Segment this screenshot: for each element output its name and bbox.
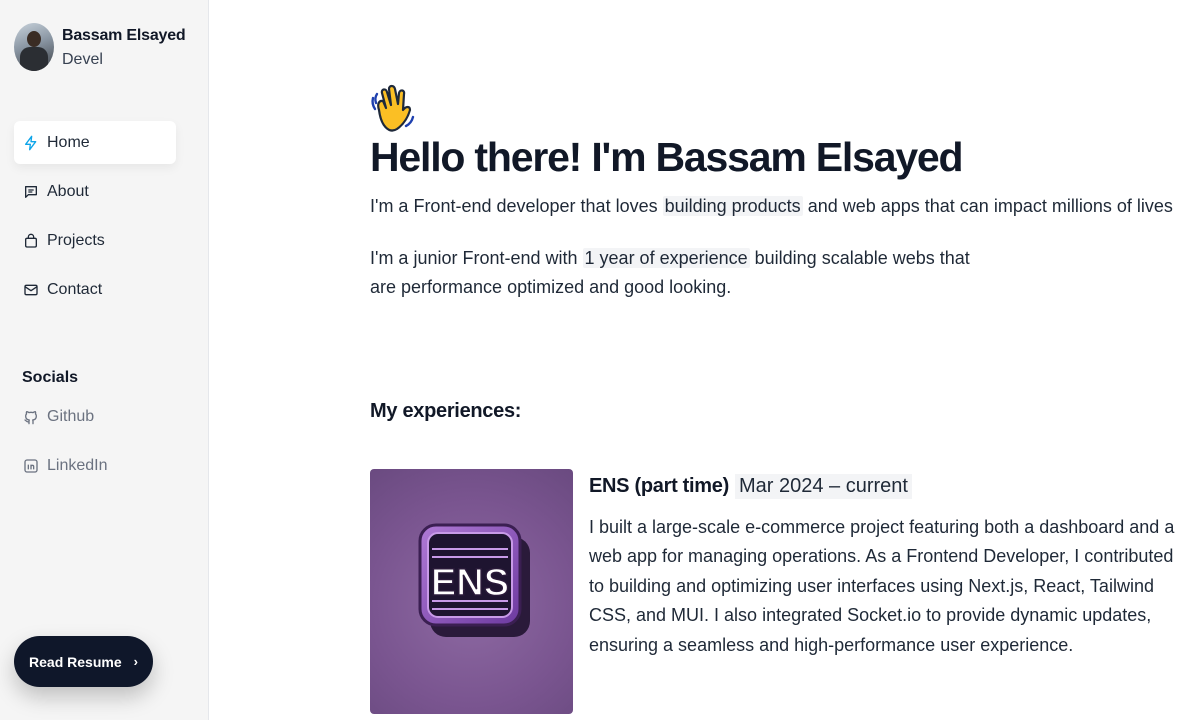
sidebar: Bassam Elsayed Devel Home About Projects: [0, 0, 209, 720]
experiences-heading: My experiences:: [370, 400, 522, 422]
message-square-icon: [23, 184, 39, 200]
social-label: LinkedIn: [47, 456, 108, 474]
hero-paragraph: I'm a junior Front-end with 1 year of ex…: [370, 244, 970, 302]
read-resume-label: Read Resume: [29, 653, 122, 670]
mail-icon: [23, 282, 39, 298]
hero-paragraph-highlight: 1 year of experience: [582, 248, 750, 268]
sidebar-item-label: About: [47, 182, 89, 200]
hero-subtitle-text: I'm a Front-end developer that loves: [370, 196, 663, 216]
social-link-github[interactable]: Github: [14, 395, 176, 438]
profile: Bassam Elsayed Devel: [14, 23, 186, 71]
hero-paragraph-text: I'm a junior Front-end with: [370, 248, 583, 268]
socials-list: Github LinkedIn: [14, 395, 176, 493]
github-icon: [23, 409, 39, 425]
ens-logo-text: ENS: [431, 562, 509, 604]
linkedin-icon: [23, 458, 39, 474]
socials-heading: Socials: [22, 369, 79, 386]
sidebar-item-projects[interactable]: Projects: [14, 219, 176, 262]
hero-subtitle-highlight: building products: [662, 196, 803, 216]
sidebar-item-contact[interactable]: Contact: [14, 268, 176, 311]
read-resume-button[interactable]: Read Resume ›: [14, 636, 153, 687]
sidebar-item-label: Contact: [47, 280, 103, 298]
experience-date: Mar 2024 – current: [734, 474, 912, 499]
social-label: Github: [47, 407, 95, 425]
bolt-icon: [23, 135, 39, 151]
page-title: Hello there! I'm Bassam Elsayed: [370, 134, 964, 180]
waving-hand-icon: [370, 84, 418, 134]
sidebar-item-home[interactable]: Home: [14, 121, 176, 164]
social-link-linkedin[interactable]: LinkedIn: [14, 444, 176, 487]
avatar: [14, 23, 54, 71]
ens-logo-image: ENS: [370, 469, 573, 714]
sidebar-nav: Home About Projects Contact: [14, 121, 176, 317]
experience-header: ENS (part time) Mar 2024 – current: [589, 474, 912, 499]
sidebar-item-about[interactable]: About: [14, 170, 176, 213]
sidebar-item-label: Home: [47, 133, 90, 151]
profile-role: Devel: [62, 51, 103, 68]
shopping-bag-icon: [23, 233, 39, 249]
profile-name: Bassam Elsayed: [62, 27, 186, 44]
hero-subtitle-text: and web apps that can impact millions of…: [802, 196, 1173, 216]
hero-subtitle: I'm a Front-end developer that loves bui…: [370, 196, 1173, 217]
chevron-right-icon: ›: [133, 654, 138, 669]
experience-company: ENS (part time): [589, 475, 729, 497]
experience-description: I built a large-scale e-commerce project…: [589, 517, 1175, 655]
sidebar-item-label: Projects: [47, 231, 105, 249]
